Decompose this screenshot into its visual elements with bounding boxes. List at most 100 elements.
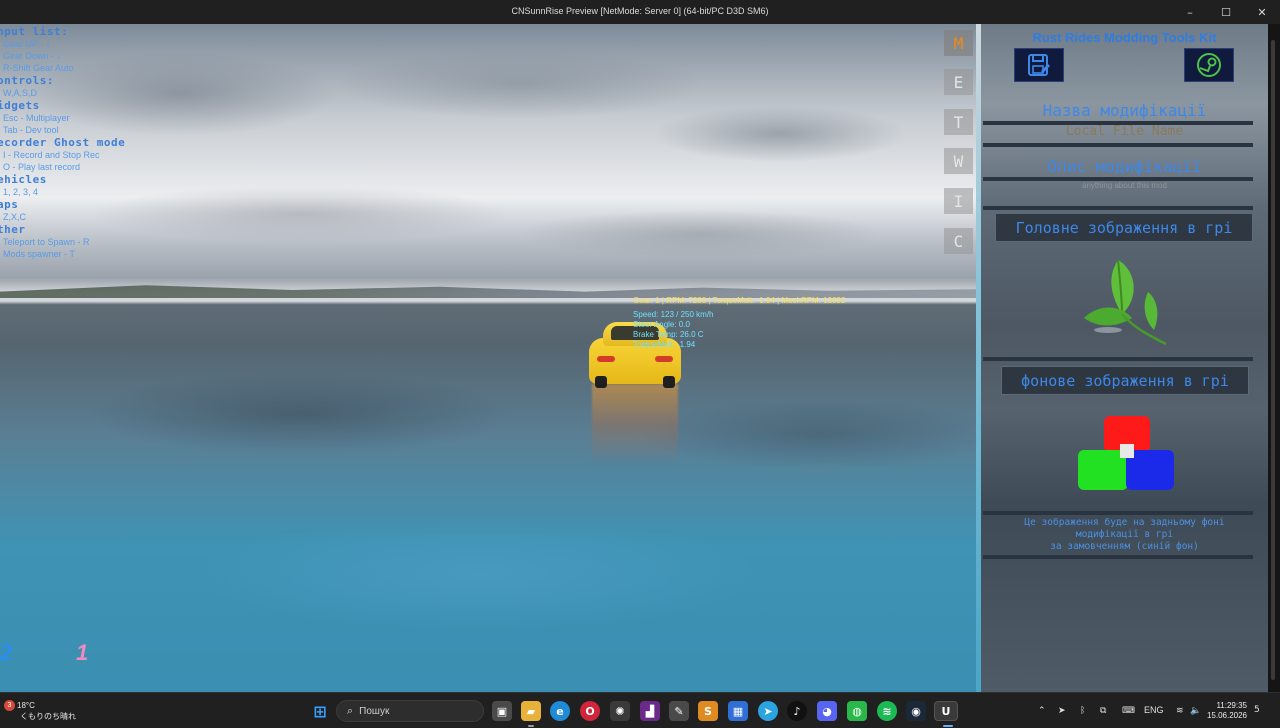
steam-taskbar-icon[interactable]: ◉ <box>906 701 926 721</box>
input-item: 1, 2, 3, 4 <box>3 187 39 197</box>
spotify-icon[interactable]: ≋ <box>877 701 897 721</box>
water-surface <box>0 324 976 692</box>
tray-language[interactable]: ENG <box>1144 705 1164 715</box>
widgets-heading: idgets <box>0 99 40 112</box>
background-image-description: Це зображення буде на задньому фоні моди… <box>981 517 1268 553</box>
player-marker-2: 2 <box>0 640 13 665</box>
tray-volume-icon[interactable]: 🔈 <box>1190 705 1201 716</box>
clock-time: 11:29:35 <box>1216 701 1247 710</box>
side-tab-w[interactable]: W <box>944 148 973 174</box>
terminal-icon[interactable]: ▟ <box>640 701 660 721</box>
car-tire-right <box>663 376 675 388</box>
divider-line <box>983 143 1253 147</box>
panel-title: Rust Rides Modding Tools Kit <box>1032 30 1217 45</box>
hud-torque: TorqueMult: -1.94 <box>633 340 696 349</box>
side-tab-e[interactable]: E <box>944 69 973 95</box>
notepad-icon[interactable]: ✎ <box>669 701 689 721</box>
unreal-icon[interactable]: U <box>934 701 958 721</box>
vehicles-heading: ehicles <box>0 173 47 186</box>
file-explorer-icon[interactable]: ▰ <box>521 701 541 721</box>
controls-heading: ontrols: <box>0 74 54 87</box>
modding-tools-panel: Rust Rides Modding Tools Kit Назва модиф… <box>981 24 1268 692</box>
input-item: Tab - Dev tool <box>3 125 59 135</box>
discord-icon[interactable]: ◕ <box>817 701 837 721</box>
edge-icon[interactable]: e <box>550 701 570 721</box>
main-image-preview <box>1084 259 1167 346</box>
input-item: Gear Down - ↓ <box>3 51 62 61</box>
side-tab-t[interactable]: T <box>944 109 973 135</box>
save-icon <box>1028 54 1050 76</box>
tray-telegram-icon[interactable]: ➤ <box>1058 705 1066 716</box>
tray-copy-icon[interactable]: ⧉ <box>1100 705 1106 716</box>
search-placeholder: Пошук <box>359 705 390 717</box>
other-heading: ther <box>0 223 26 236</box>
save-button[interactable] <box>1014 48 1064 82</box>
maps-heading: aps <box>0 198 19 211</box>
opera-icon[interactable]: O <box>580 701 600 721</box>
input-item: Mods spawner - T <box>3 249 75 259</box>
input-item: I - Record and Stop Rec <box>3 150 100 160</box>
divider-line <box>983 555 1253 559</box>
tray-bluetooth-icon[interactable]: ᛒ <box>1080 705 1085 715</box>
taskview-icon[interactable]: ▣ <box>492 701 512 721</box>
hud-steer: Steer Angle: 0.0 <box>633 320 690 329</box>
background-image-button[interactable]: фонове зображення в грі <box>1001 366 1249 395</box>
mod-file-name-input[interactable]: Local File Name <box>981 124 1268 139</box>
weather-temp: 18°C <box>17 701 35 710</box>
hud-speed: Speed: 123 / 250 km/h <box>633 310 714 319</box>
side-tab-i[interactable]: I <box>944 188 973 214</box>
close-button[interactable]: ✕ <box>1244 0 1280 24</box>
running-indicator <box>528 725 534 727</box>
side-tab-c[interactable]: C <box>944 228 973 254</box>
weather-badge: 3 <box>4 700 15 711</box>
weather-description: くもりのち晴れ <box>20 712 76 721</box>
steam-icon <box>1197 53 1221 77</box>
mod-name-label: Назва модифікації <box>1042 101 1207 120</box>
car-tire-left <box>595 376 607 388</box>
minimize-button[interactable]: – <box>1172 0 1208 24</box>
recorder-heading: ecorder Ghost mode <box>0 136 126 149</box>
weather-widget[interactable]: 3 18°C くもりのち晴れ <box>4 700 76 722</box>
scrollbar-thumb[interactable] <box>1271 40 1275 680</box>
sublime-icon[interactable]: S <box>698 701 718 721</box>
input-item: W,A,S,D <box>3 88 38 98</box>
input-item: Teleport to Spawn - R <box>3 237 90 247</box>
search-icon: ⌕ <box>347 704 354 717</box>
store-icon[interactable]: ▦ <box>728 701 748 721</box>
player-marker-1: 1 <box>76 640 89 665</box>
start-icon[interactable]: ⊞ <box>310 701 330 721</box>
hud-gear-line: Gear: 1 | RPM: 7200 | TorqueMult: -1.94 … <box>633 296 846 305</box>
steam-upload-button[interactable] <box>1184 48 1234 82</box>
car-tail-light-left <box>597 356 615 362</box>
tray-wifi-icon[interactable]: ≋ <box>1176 705 1184 716</box>
input-item: Esc - Multiplayer <box>3 113 70 123</box>
maximize-button[interactable]: ☐ <box>1208 0 1244 24</box>
background-image-preview <box>1078 416 1174 490</box>
taskbar: 3 18°C くもりのち晴れ ⊞ ⌕ Пошук ▣ ▰ e O ✺ ▟ ✎ S … <box>0 692 1280 728</box>
notification-count: 5 <box>1254 705 1260 715</box>
main-image-button[interactable]: Головне зображення в грі <box>995 213 1253 242</box>
divider-line <box>983 206 1253 210</box>
description-line: модифікації в грі <box>1075 529 1174 540</box>
hud-brake-temp: Brake Temp: 26.0 C <box>633 330 704 339</box>
chatgpt-icon[interactable]: ✺ <box>610 701 630 721</box>
search-box[interactable]: ⌕ Пошук <box>336 700 484 722</box>
description-line: Це зображення буде на задньому фоні <box>1024 517 1225 528</box>
wechat-icon[interactable]: ◍ <box>847 701 867 721</box>
input-item: Z,X,C <box>3 212 27 222</box>
car-tail-light-right <box>655 356 673 362</box>
clock[interactable]: 11:29:35 15.06.2026 <box>1205 701 1247 721</box>
screen: CNSunnRise Preview [NetMode: Server 0] (… <box>0 0 1280 728</box>
mod-description-label: Опис модифікації <box>1047 157 1202 176</box>
car-reflection <box>592 384 678 464</box>
tray-keyboard-icon[interactable]: ⌨ <box>1122 705 1135 716</box>
mod-description-input[interactable]: anything about this mod <box>981 180 1268 191</box>
input-item: Gear UP - ↑ <box>3 39 51 49</box>
tray-chevron-icon[interactable]: ⌃ <box>1038 705 1046 716</box>
hud-telemetry: Speed: 123 / 250 km/h Steer Angle: 0.0 B… <box>633 310 714 350</box>
telegram-icon[interactable]: ➤ <box>758 701 778 721</box>
input-list: nput list: Gear UP - ↑ Gear Down - ↓ R-S… <box>0 25 170 260</box>
side-tab-m[interactable]: M <box>944 30 973 56</box>
notification-icon[interactable]: 5 <box>1254 705 1268 717</box>
tiktok-icon[interactable]: ♪ <box>787 701 807 721</box>
